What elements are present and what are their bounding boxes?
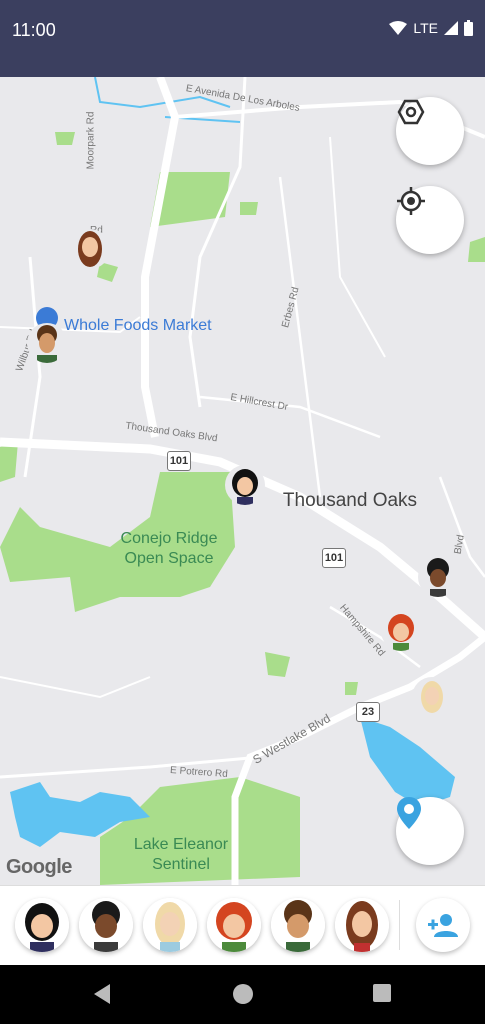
friends-bar xyxy=(0,885,485,966)
avatar xyxy=(412,677,452,717)
avatar xyxy=(418,557,458,597)
park-area xyxy=(55,132,75,145)
status-bar: 11:00 LTE xyxy=(0,0,485,77)
avatar xyxy=(27,323,67,363)
water-area xyxy=(360,717,455,807)
friend-avatar-button[interactable] xyxy=(271,898,325,952)
battery-icon xyxy=(464,20,473,36)
highway-shield: 101 xyxy=(322,548,346,568)
my-location-icon xyxy=(397,187,425,215)
avatar xyxy=(335,898,389,952)
park-area xyxy=(468,237,485,262)
map-view[interactable]: E Avenida De Los Arboles Moorpark Rd Erb… xyxy=(0,77,485,885)
poi-label[interactable]: Whole Foods Market xyxy=(64,317,212,335)
road xyxy=(329,136,386,358)
home-icon[interactable] xyxy=(232,983,254,1005)
road xyxy=(278,176,322,498)
friend-pin[interactable] xyxy=(27,323,67,363)
navigation-bar xyxy=(0,965,485,1024)
road xyxy=(188,77,247,408)
park-area xyxy=(345,682,358,695)
compass-button[interactable] xyxy=(396,97,464,165)
location-pin-icon xyxy=(397,797,421,829)
park-label: Lake Eleanor Sentinel xyxy=(133,836,229,873)
avatar xyxy=(271,898,325,952)
avatar xyxy=(70,229,110,269)
friend-avatar-button[interactable] xyxy=(79,898,133,952)
avatar xyxy=(79,898,133,952)
city-label: Thousand Oaks xyxy=(282,490,418,511)
highway-shield: 101 xyxy=(167,451,191,471)
network-label: LTE xyxy=(413,20,438,36)
signal-icon xyxy=(444,21,458,35)
road xyxy=(199,395,381,439)
back-icon[interactable] xyxy=(92,983,112,1005)
park-area xyxy=(0,442,18,482)
google-attribution: Google xyxy=(6,856,72,878)
friend-pin[interactable] xyxy=(418,557,458,597)
road-label: Moorpark Rd xyxy=(85,111,97,170)
divider xyxy=(399,900,400,950)
friend-pin[interactable] xyxy=(225,465,265,505)
friend-avatar-button[interactable] xyxy=(143,898,197,952)
my-location-button[interactable] xyxy=(396,186,464,254)
add-person-icon xyxy=(428,914,458,937)
road xyxy=(0,676,151,699)
friend-avatar-button[interactable] xyxy=(335,898,389,952)
park-label: Conejo Ridge Open Space xyxy=(120,530,218,567)
avatar xyxy=(207,898,261,952)
park-area xyxy=(240,202,258,215)
highway-23 xyxy=(141,77,180,438)
avatar xyxy=(225,465,265,505)
status-time: 11:00 xyxy=(12,20,56,40)
friend-pin[interactable] xyxy=(412,677,452,717)
wifi-icon xyxy=(389,21,408,35)
friend-avatar-button[interactable] xyxy=(207,898,261,952)
avatar xyxy=(381,611,421,651)
status-icons: LTE xyxy=(389,20,473,36)
compass-icon xyxy=(397,99,425,125)
avatar xyxy=(143,898,197,952)
park-area xyxy=(265,652,290,677)
friend-pin[interactable] xyxy=(70,229,110,269)
highway-shield: 23 xyxy=(356,702,380,722)
friend-avatar-button[interactable] xyxy=(15,898,69,952)
location-pin-button[interactable] xyxy=(396,797,464,865)
avatar xyxy=(15,898,69,952)
add-friend-button[interactable] xyxy=(416,898,470,952)
friend-pin[interactable] xyxy=(381,611,421,651)
recents-icon[interactable] xyxy=(372,983,392,1003)
